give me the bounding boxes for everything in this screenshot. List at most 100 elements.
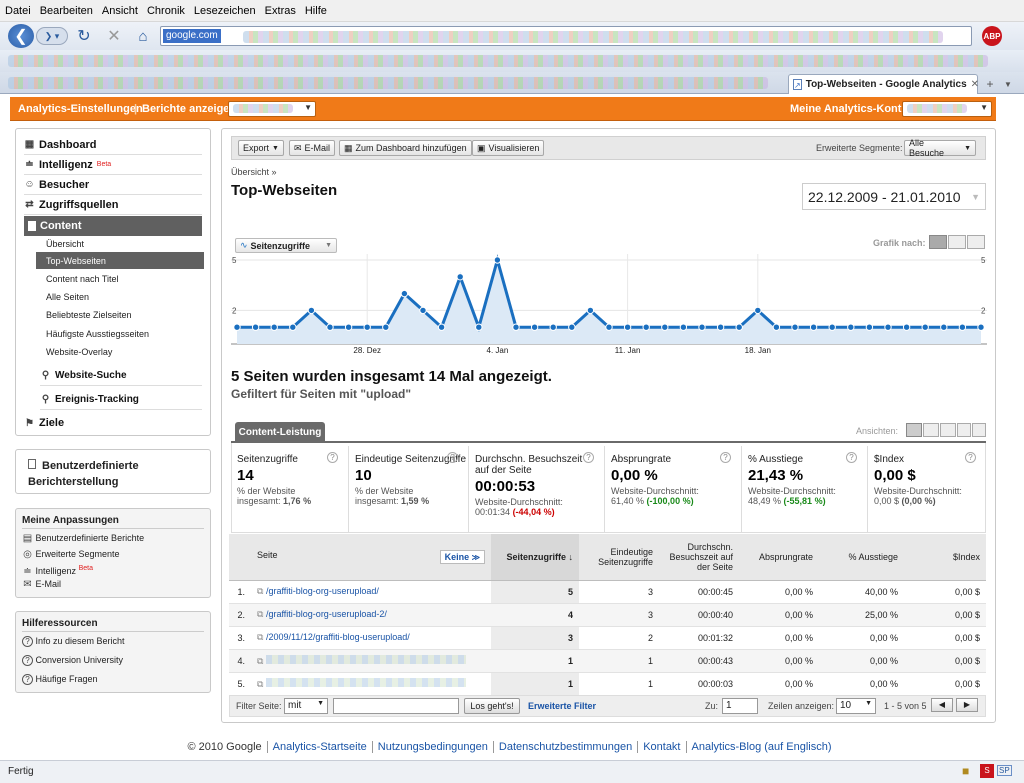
data-point[interactable] — [400, 289, 409, 298]
back-button[interactable]: ❮ — [8, 24, 34, 48]
filter-input[interactable] — [333, 698, 459, 714]
column-index[interactable]: $Index — [904, 534, 986, 581]
footer-link-contact[interactable]: Kontakt — [637, 741, 686, 753]
tab-close-icon[interactable]: ✕ — [971, 79, 979, 90]
view-table-button[interactable] — [906, 423, 922, 437]
sidebar-item-content[interactable]: Content — [24, 216, 202, 236]
address-bar[interactable]: google.com — [160, 26, 972, 46]
data-point[interactable] — [289, 323, 297, 331]
data-point[interactable] — [605, 323, 613, 331]
breadcrumb[interactable]: Übersicht » — [231, 167, 277, 177]
sidebar-item-dashboard[interactable]: ▦ Dashboard — [24, 135, 202, 155]
column-bounce-rate[interactable]: Absprungrate — [739, 534, 819, 581]
open-page-icon[interactable]: ⧉ — [257, 609, 263, 619]
blurred-page-link[interactable] — [265, 654, 466, 664]
sidebar-item-site-search[interactable]: ⚲ Website-Suche — [40, 366, 202, 386]
add-to-dashboard-button[interactable]: ▦ Zum Dashboard hinzufügen — [339, 140, 472, 156]
data-point[interactable] — [698, 323, 706, 331]
secondary-dimension-select[interactable]: Keine ≫ — [439, 549, 485, 564]
data-point[interactable] — [921, 323, 929, 331]
advanced-segments-link[interactable]: ◎ Erweiterte Segmente — [22, 549, 204, 565]
rows-select[interactable]: 10 ▼ — [836, 698, 876, 714]
custom-reporting-panel[interactable]: Benutzerdefinierte Berichterstellung — [15, 449, 211, 494]
stop-icon[interactable]: ✕ — [104, 26, 124, 46]
data-point[interactable] — [530, 323, 539, 331]
data-point[interactable] — [251, 323, 260, 331]
tab-list-icon[interactable]: ▼ — [1000, 76, 1016, 92]
data-point[interactable] — [475, 323, 483, 331]
sidebar-sub-all-pages[interactable]: Alle Seiten — [36, 288, 204, 305]
blurred-page-link[interactable] — [265, 677, 466, 687]
analytics-settings-link[interactable]: Analytics-Einstellungen — [18, 103, 143, 115]
data-point[interactable] — [809, 323, 818, 331]
graph-month-button[interactable] — [967, 235, 985, 249]
data-point[interactable] — [791, 323, 799, 331]
footer-link-home[interactable]: Analytics-Startseite — [266, 741, 372, 753]
data-point[interactable] — [977, 323, 985, 331]
help-icon[interactable]: ? — [846, 452, 857, 463]
help-icon[interactable]: ? — [720, 452, 731, 463]
data-point[interactable] — [902, 323, 911, 331]
data-point[interactable] — [382, 323, 390, 331]
help-icon[interactable]: ? — [965, 452, 976, 463]
graph-week-button[interactable] — [948, 235, 966, 249]
menu-lesezeichen[interactable]: Lesezeichen — [189, 0, 260, 17]
footer-link-privacy[interactable]: Datenschutzbestimmungen — [492, 741, 638, 753]
filter-go-button[interactable]: Los geht's! — [464, 698, 520, 714]
sidebar-item-goals[interactable]: ⚑ Ziele — [24, 413, 202, 433]
sidebar-item-visitors[interactable]: ☺ Besucher — [24, 175, 202, 195]
sidebar-sub-content-by-title[interactable]: Content nach Titel — [36, 270, 204, 287]
new-tab-button[interactable]: + — [982, 76, 998, 92]
data-point[interactable] — [865, 323, 874, 331]
visualize-button[interactable]: ▣ Visualisieren — [472, 140, 545, 156]
data-point[interactable] — [958, 323, 967, 331]
data-point[interactable] — [586, 306, 595, 315]
data-point[interactable] — [419, 306, 427, 315]
data-point[interactable] — [754, 306, 762, 315]
data-point[interactable] — [828, 323, 836, 331]
email-button[interactable]: ✉ E-Mail — [289, 140, 336, 156]
menu-chronik[interactable]: Chronik — [142, 0, 189, 17]
data-point[interactable] — [772, 323, 781, 331]
export-button[interactable]: Export ▼ — [238, 140, 284, 156]
accounts-select[interactable]: ▼ — [902, 101, 992, 117]
data-point[interactable] — [623, 323, 632, 331]
prev-page-button[interactable]: ◀ — [931, 698, 953, 712]
segments-select[interactable]: Alle Besuche ▼ — [904, 138, 976, 158]
column-pageviews[interactable]: Seitenzugriffe ↓ — [491, 534, 579, 581]
menu-ansicht[interactable]: Ansicht — [97, 0, 142, 17]
date-range-picker[interactable]: 22.12.2009 - 21.01.2010 ▼ — [802, 183, 986, 210]
view-pivot-button[interactable] — [972, 423, 986, 437]
sidebar-item-intelligence[interactable]: ≐ Intelligenz Beta — [24, 155, 202, 175]
graph-metric-selector[interactable]: ∿ Seitenzugriffe ▼ — [235, 238, 337, 253]
menu-extras[interactable]: Extras — [260, 0, 300, 17]
help-icon[interactable]: ? — [327, 452, 338, 463]
data-point[interactable] — [549, 323, 557, 331]
goto-input[interactable]: 1 — [722, 698, 758, 714]
data-point[interactable] — [568, 323, 576, 331]
email-link[interactable]: ✉ E-Mail — [22, 579, 204, 595]
data-point[interactable] — [661, 323, 669, 331]
tab-content-performance[interactable]: Content-Leistung — [235, 422, 325, 442]
graph-day-button[interactable] — [929, 235, 947, 249]
help-faq[interactable]: ? Häufige Fragen — [22, 674, 204, 693]
forward-dropdown-button[interactable]: ❯ ▾ — [36, 27, 68, 45]
next-page-button[interactable]: ▶ — [956, 698, 978, 712]
view-bar-button[interactable] — [940, 423, 956, 437]
data-point[interactable] — [307, 306, 316, 315]
sidebar-sub-top-pages[interactable]: Top-Webseiten — [36, 252, 204, 269]
help-conversion-university[interactable]: ? Conversion University — [22, 655, 204, 674]
footer-link-blog[interactable]: Analytics-Blog (auf Englisch) — [685, 741, 837, 753]
menu-bearbeiten[interactable]: Bearbeiten — [35, 0, 97, 17]
filter-mode-select[interactable]: mit ▼ — [284, 698, 328, 714]
data-point[interactable] — [679, 323, 688, 331]
reload-icon[interactable]: ↻ — [74, 26, 94, 46]
data-point[interactable] — [493, 256, 502, 264]
help-icon[interactable]: ? — [583, 452, 594, 463]
reports-select[interactable]: ▼ — [228, 101, 316, 117]
custom-reports-link[interactable]: ▤ Benutzerdefinierte Berichte — [22, 533, 204, 549]
page-link[interactable]: /graffiti-blog-org-userupload/ — [266, 586, 379, 596]
data-point[interactable] — [344, 323, 353, 331]
sidebar-sub-exit-pages[interactable]: Häufigste Ausstiegsseiten — [36, 325, 204, 342]
view-compare-button[interactable] — [957, 423, 971, 437]
